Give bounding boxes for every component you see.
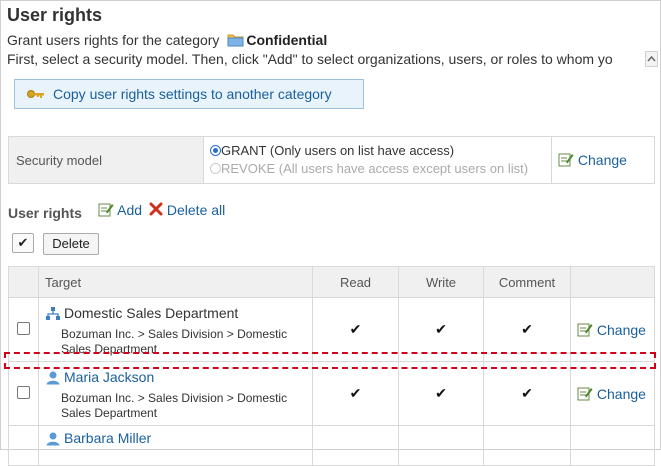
instruction-text: First, select a security model. Then, cl…	[7, 51, 613, 67]
copy-rights-label: Copy user rights settings to another cat…	[53, 86, 332, 102]
category-name: Confidential	[246, 32, 328, 48]
user-rights-heading: User rights	[8, 205, 82, 221]
write-check	[398, 425, 484, 466]
user-icon	[45, 370, 61, 385]
target-name[interactable]: Barbara Miller	[45, 430, 308, 446]
row-change-link[interactable]: Change	[597, 386, 646, 402]
comment-check	[483, 425, 571, 466]
page-title: User rights	[7, 5, 103, 25]
delete-button[interactable]: Delete	[43, 233, 99, 255]
grant-option[interactable]: GRANT (Only users on list have access)	[210, 142, 550, 160]
delete-all-button[interactable]: Delete all	[149, 202, 225, 218]
security-model-label: Security model	[8, 136, 204, 184]
security-model-table: Security model GRANT (Only users on list…	[8, 136, 655, 184]
target-name[interactable]: Maria Jackson	[45, 369, 308, 385]
target-cell: Barbara Miller	[38, 425, 313, 466]
user-icon	[45, 431, 61, 446]
target-path: Bozuman Inc. > Sales Division > Domestic…	[61, 391, 288, 420]
delete-all-label: Delete all	[166, 202, 226, 218]
table-header-row: Target Read Write Comment	[8, 266, 655, 298]
add-icon	[98, 202, 117, 218]
revoke-radio	[210, 163, 221, 174]
security-model-options: GRANT (Only users on list have access) R…	[203, 136, 552, 184]
comment-check: ✔	[483, 361, 571, 426]
read-column-header: Read	[312, 266, 399, 298]
read-check	[312, 425, 399, 466]
folder-icon	[227, 33, 244, 50]
row-change-cell: Change	[570, 361, 655, 426]
edit-icon	[577, 322, 597, 338]
checkbox-column-header	[8, 266, 39, 298]
target-name: Domestic Sales Department	[45, 305, 308, 321]
target-column-header: Target	[38, 266, 313, 298]
highlight-box	[4, 352, 656, 369]
select-all-checkbox[interactable]: ✔	[12, 233, 34, 253]
security-change-cell: Change	[551, 136, 655, 184]
target-name-text: Maria Jackson	[64, 369, 155, 385]
row-checkbox-cell	[8, 361, 39, 426]
write-check: ✔	[398, 361, 484, 426]
change-column-header	[570, 266, 655, 298]
row-change-cell	[570, 425, 655, 466]
copy-rights-button[interactable]: Copy user rights settings to another cat…	[14, 79, 364, 109]
add-label: Add	[117, 202, 143, 218]
target-name-text: Domestic Sales Department	[64, 305, 239, 321]
row-checkbox-cell	[8, 425, 39, 466]
scroll-up-icon[interactable]	[645, 51, 658, 67]
organization-icon	[45, 306, 61, 321]
revoke-label: REVOKE (All users have access except use…	[221, 161, 529, 176]
read-check: ✔	[312, 361, 399, 426]
row-change-link[interactable]: Change	[597, 322, 646, 338]
comment-column-header: Comment	[483, 266, 571, 298]
grant-label: GRANT (Only users on list have access)	[221, 143, 455, 158]
table-row: Barbara Miller	[8, 425, 655, 466]
edit-icon	[577, 386, 597, 402]
key-icon	[27, 86, 45, 102]
revoke-option: REVOKE (All users have access except use…	[210, 160, 550, 178]
security-change-link[interactable]: Change	[578, 152, 627, 168]
row-checkbox[interactable]	[17, 321, 30, 335]
table-row: Maria Jackson Bozuman Inc. > Sales Divis…	[8, 361, 655, 426]
description-text: Grant users rights for the category	[7, 32, 220, 48]
add-button[interactable]: Add	[98, 202, 142, 218]
write-column-header: Write	[398, 266, 484, 298]
delete-icon	[149, 202, 167, 218]
row-checkbox[interactable]	[17, 385, 30, 399]
category-description: Grant users rights for the category Conf…	[7, 32, 327, 50]
edit-icon	[558, 152, 578, 168]
target-cell: Maria Jackson Bozuman Inc. > Sales Divis…	[38, 361, 313, 426]
grant-radio[interactable]	[210, 145, 221, 156]
target-name-text: Barbara Miller	[64, 430, 152, 446]
